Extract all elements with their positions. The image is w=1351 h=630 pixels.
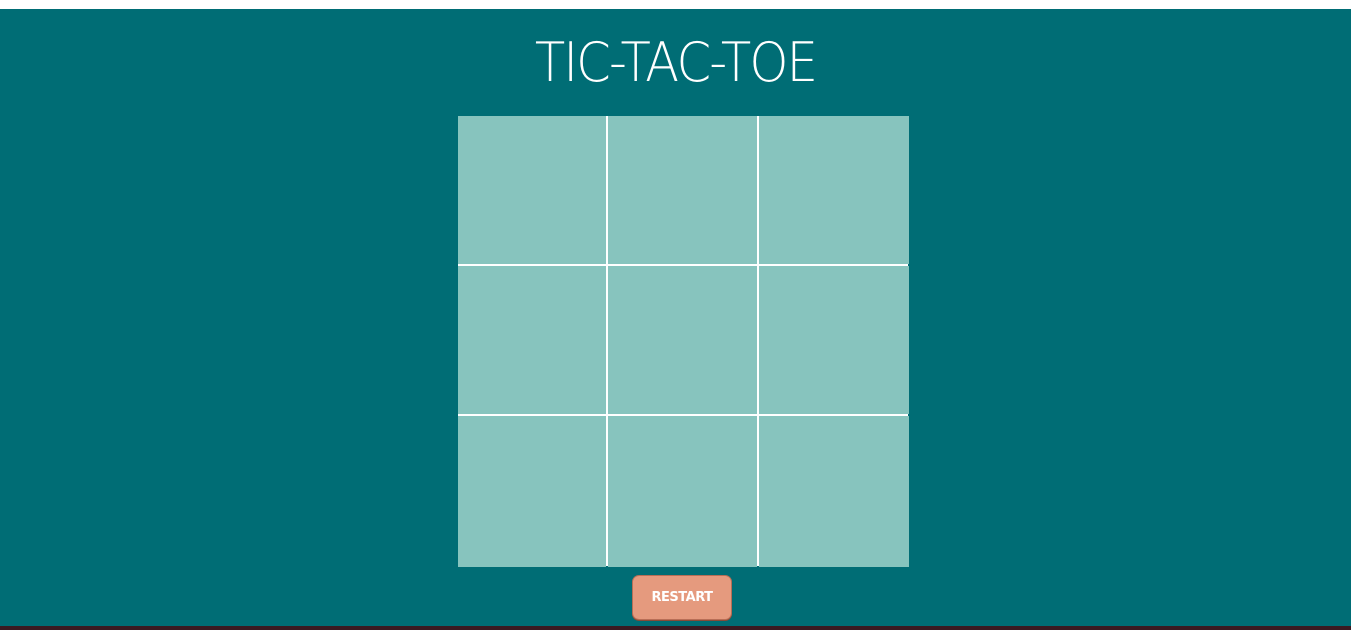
board-cell-5[interactable] bbox=[608, 266, 757, 414]
board-cell-9[interactable] bbox=[759, 416, 909, 567]
game-container: TIC-TAC-TOE RESTART bbox=[0, 9, 1351, 626]
game-board bbox=[458, 116, 909, 567]
game-title: TIC-TAC-TOE bbox=[534, 31, 818, 94]
board-cell-8[interactable] bbox=[608, 416, 757, 567]
bottom-strip bbox=[0, 626, 1351, 630]
board-cell-4[interactable] bbox=[458, 266, 606, 414]
top-strip bbox=[0, 0, 1351, 9]
board-cell-6[interactable] bbox=[759, 266, 909, 414]
board-cell-2[interactable] bbox=[608, 116, 757, 264]
board-cell-3[interactable] bbox=[759, 116, 909, 264]
board-cell-1[interactable] bbox=[458, 116, 606, 264]
restart-button[interactable]: RESTART bbox=[632, 575, 732, 620]
board-cell-7[interactable] bbox=[458, 416, 606, 567]
